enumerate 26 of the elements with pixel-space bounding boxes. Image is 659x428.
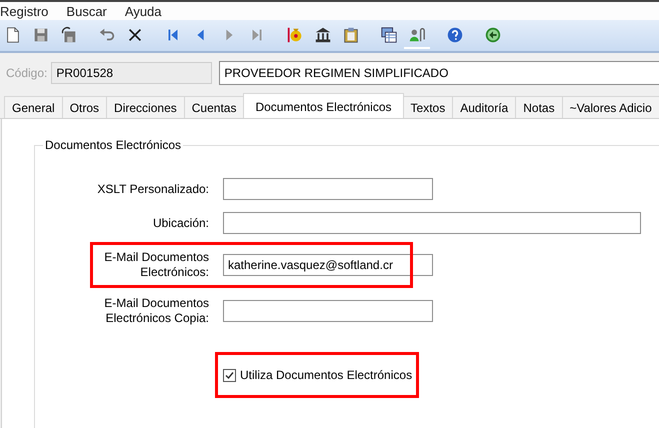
help-icon [446,26,464,44]
input-field[interactable] [223,178,433,200]
bank-building-icon [314,26,332,44]
field-label: E-Mail Documentos Electrónicos: [103,250,209,280]
undo-arrow-icon [98,26,116,44]
money-bag-icon [286,26,304,44]
menu-item[interactable]: Buscar [62,4,115,18]
field-label: Código: [6,66,48,80]
input-field[interactable]: katherine.vasquez@softland.cr [223,254,433,276]
field-label: XSLT Personalizado: [96,182,209,196]
group-title: Documentos Electrónicos [43,138,184,152]
field-label: Ubicación: [152,216,209,230]
input-field[interactable] [223,300,433,322]
user-paperclip-icon [408,26,426,44]
windows-icon [380,26,398,44]
floppy-disk-icon [60,26,78,44]
menu-item[interactable]: Ayuda [120,4,170,18]
field-label: E-Mail Documentos Electrónicos Copia: [103,296,209,326]
tab[interactable]: Documentos Electrónicos [243,93,404,118]
name-field[interactable]: PROVEEDOR REGIMEN SIMPLIFICADO [219,60,659,84]
menu-item[interactable]: Registro [0,4,56,18]
checkbox-box[interactable] [223,368,236,382]
input-field[interactable] [223,212,641,234]
page-icon [4,26,22,44]
tab[interactable]: General [4,96,63,118]
clipboard-icon [342,26,360,44]
